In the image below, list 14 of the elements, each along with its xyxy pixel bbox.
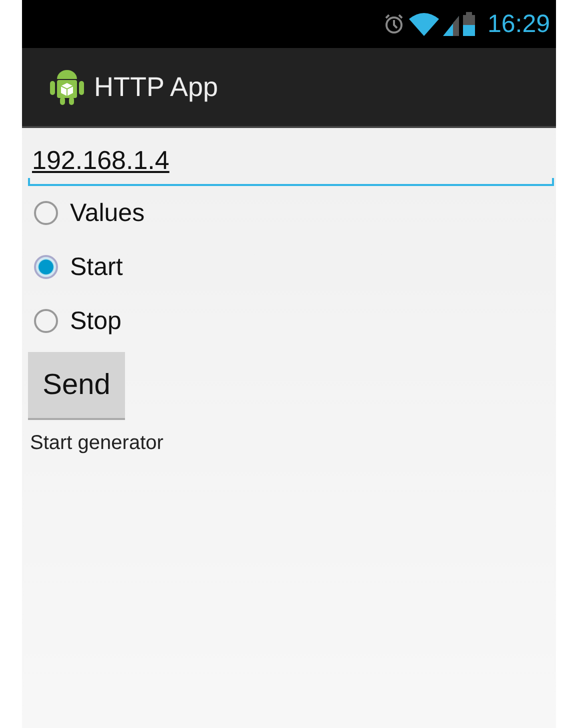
option-label[interactable]: Start (70, 252, 123, 282)
radio-button[interactable] (34, 255, 58, 279)
send-button[interactable]: Send (28, 352, 125, 420)
android-robot-icon (50, 69, 84, 105)
battery-icon (463, 12, 476, 36)
radio-button[interactable] (34, 201, 58, 225)
option-label[interactable]: Stop (70, 306, 122, 336)
wifi-icon (409, 12, 440, 36)
alarm-clock-icon (383, 13, 406, 35)
radio-button[interactable] (34, 309, 58, 333)
option-label[interactable]: Values (70, 198, 145, 228)
clock-time: 16:29 (487, 10, 550, 38)
app-title: HTTP App (94, 72, 218, 102)
result-text: Start generator (29, 432, 164, 455)
